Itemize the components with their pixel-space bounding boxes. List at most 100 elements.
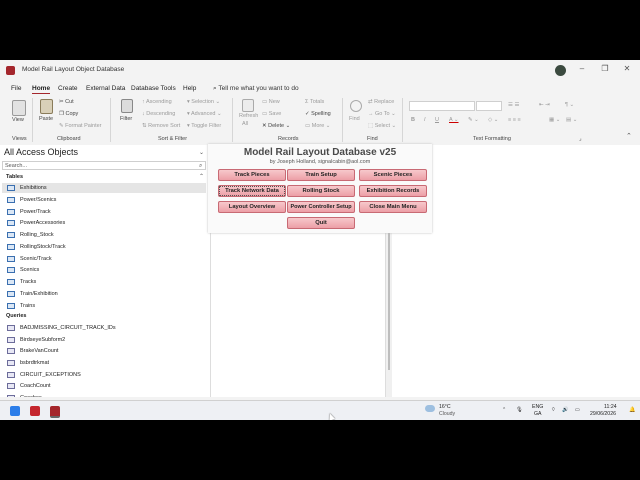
tell-me-box[interactable]: ⌕ Tell me what you want to do	[213, 85, 299, 93]
track-network-data-button[interactable]: Track Network Data	[218, 185, 286, 197]
nav-search-input[interactable]: Search...	[2, 161, 206, 170]
table-train-exhibition[interactable]: Train/Exhibition	[20, 291, 58, 297]
rolling-stock-button[interactable]: Rolling Stock	[287, 185, 355, 197]
underline-icon[interactable]: U	[435, 117, 439, 123]
train-setup-button[interactable]: Train Setup	[287, 169, 355, 181]
table-trains[interactable]: Trains	[20, 303, 35, 309]
tables-header[interactable]: Tables	[6, 174, 23, 180]
minimize-icon[interactable]: –	[575, 64, 589, 73]
scenic-pieces-button[interactable]: Scenic Pieces	[359, 169, 427, 181]
query-circuit-exceptions[interactable]: CIRCUIT_EXCEPTIONS	[20, 372, 81, 378]
highlight-icon[interactable]: ✎ ⌄	[468, 117, 479, 123]
lang-top[interactable]: ENG	[532, 404, 543, 410]
refresh-icon[interactable]	[242, 99, 254, 112]
find-icon[interactable]	[350, 100, 362, 112]
totals-button[interactable]: Σ Totals	[305, 99, 324, 105]
gridlines-icon[interactable]: ▦ ⌄	[549, 117, 560, 123]
notification-icon[interactable]: 🔔	[629, 407, 635, 413]
close-icon[interactable]: ✕	[620, 64, 634, 73]
save-record-button[interactable]: ▭ Save	[262, 111, 281, 117]
nav-title[interactable]: All Access Objects	[4, 147, 78, 157]
table-power-scenics[interactable]: Power/Scenics	[20, 197, 56, 203]
power-controller-setup-button[interactable]: Power Controller Setup	[287, 201, 355, 213]
select-button[interactable]: ⬚ Select ⌄	[368, 123, 396, 129]
advanced-button[interactable]: ▾ Advanced ⌄	[187, 111, 222, 117]
replace-button[interactable]: ⇄ Replace	[368, 99, 394, 105]
table-tracks[interactable]: Tracks	[20, 279, 36, 285]
toggle-filter-button[interactable]: ▾ Toggle Filter	[187, 123, 221, 129]
font-name-dropdown[interactable]	[409, 101, 475, 111]
tab-help[interactable]: Help	[183, 85, 196, 92]
exhibition-records-button[interactable]: Exhibition Records	[359, 185, 427, 197]
table-exhibitions[interactable]: Exhibitions	[20, 185, 47, 191]
copy-button[interactable]: ❐ Copy	[59, 111, 78, 117]
queries-header[interactable]: Queries	[6, 313, 26, 319]
view-icon[interactable]	[12, 100, 26, 116]
query-coachcount[interactable]: CoachCount	[20, 383, 51, 389]
wifi-icon[interactable]: ⌔	[551, 407, 556, 413]
tab-create[interactable]: Create	[58, 85, 78, 92]
spelling-button[interactable]: ✓ Spelling	[305, 111, 331, 117]
font-color-icon[interactable]: A ⌄	[449, 117, 459, 123]
table-power-track[interactable]: Power/Track	[20, 209, 51, 215]
battery-icon[interactable]: ▭	[575, 407, 580, 413]
paragraph-icon[interactable]: ¶ ⌄	[565, 102, 574, 108]
view-button[interactable]: View	[12, 117, 24, 123]
quit-button[interactable]: Quit	[287, 217, 355, 229]
tab-file[interactable]: File	[11, 85, 21, 92]
tab-database-tools[interactable]: Database Tools	[131, 85, 176, 92]
alternate-row-icon[interactable]: ▤ ⌄	[566, 117, 577, 123]
filter-button[interactable]: Filter	[120, 116, 132, 122]
cut-button[interactable]: ✂ Cut	[59, 99, 74, 105]
remove-sort-button[interactable]: ⇅ Remove Sort	[142, 123, 180, 129]
tab-external-data[interactable]: External Data	[86, 85, 125, 92]
query-badjmissing[interactable]: BADJMISSING_CIRCUIT_TRACK_IDs	[20, 325, 116, 331]
new-record-button[interactable]: ▭ New	[262, 99, 280, 105]
delete-record-button[interactable]: ✕ Delete ⌄	[262, 123, 290, 129]
volume-icon[interactable]: 🔊	[562, 407, 568, 413]
lang-bottom[interactable]: GA	[534, 411, 542, 417]
dialog-launcher-icon[interactable]: ⌟	[579, 136, 582, 142]
clock-time[interactable]: 11:24	[604, 404, 617, 410]
query-birdseye[interactable]: BirdseyeSubform2	[20, 337, 65, 343]
filter-icon[interactable]	[121, 99, 133, 113]
font-size-dropdown[interactable]	[476, 101, 502, 111]
weather-desc[interactable]: Cloudy	[439, 411, 455, 417]
goto-button[interactable]: → Go To ⌄	[368, 111, 396, 117]
table-rollingstock-track[interactable]: RollingStock/Track	[20, 244, 66, 250]
table-scenic-track[interactable]: Scenic/Track	[20, 256, 52, 262]
selection-button[interactable]: ▾ Selection ⌄	[187, 99, 220, 105]
avatar[interactable]	[555, 65, 566, 76]
paste-icon[interactable]	[40, 99, 53, 114]
table-scenics[interactable]: Scenics	[20, 267, 39, 273]
microphone-icon[interactable]: 🎙	[516, 407, 523, 413]
refresh-all-button[interactable]: All	[242, 121, 248, 127]
access-taskbar-icon[interactable]	[50, 406, 60, 418]
chevron-up-icon[interactable]: ⌃	[199, 173, 204, 180]
table-rolling-stock[interactable]: Rolling_Stock	[20, 232, 54, 238]
format-painter-button[interactable]: ✎ Format Painter	[59, 123, 102, 129]
query-brakevancount[interactable]: BrakeVanCount	[20, 348, 58, 354]
tab-home[interactable]: Home	[32, 85, 51, 94]
restore-icon[interactable]: ❐	[598, 64, 612, 73]
table-power-accessories[interactable]: PowerAccessories	[20, 220, 65, 226]
collapse-ribbon-icon[interactable]: ⌃	[626, 132, 632, 140]
refresh-button[interactable]: Refresh	[239, 113, 258, 119]
ascending-button[interactable]: ↑ Ascending	[142, 99, 172, 105]
clock-date[interactable]: 29/06/2026	[590, 411, 616, 417]
track-pieces-button[interactable]: Track Pieces	[218, 169, 286, 181]
descending-button[interactable]: ↓ Descending	[142, 111, 175, 117]
query-bsbrdtrkmat[interactable]: bsbrdtrkmat	[20, 360, 49, 366]
bold-icon[interactable]: B	[411, 117, 415, 123]
weather-temp[interactable]: 16°C	[439, 404, 451, 410]
pdf-app-icon[interactable]	[30, 406, 40, 416]
chevron-up-icon[interactable]: ⌃	[502, 407, 506, 413]
windows-start-icon[interactable]	[10, 406, 20, 416]
paste-button[interactable]: Paste	[39, 116, 53, 122]
italic-icon[interactable]: I	[424, 117, 426, 123]
close-main-menu-button[interactable]: Close Main Menu	[359, 201, 427, 213]
chevron-down-icon[interactable]: ⌄	[199, 149, 204, 156]
more-button[interactable]: ▭ More ⌄	[305, 123, 330, 129]
layout-overview-button[interactable]: Layout Overview	[218, 201, 286, 213]
find-button[interactable]: Find	[349, 116, 360, 122]
